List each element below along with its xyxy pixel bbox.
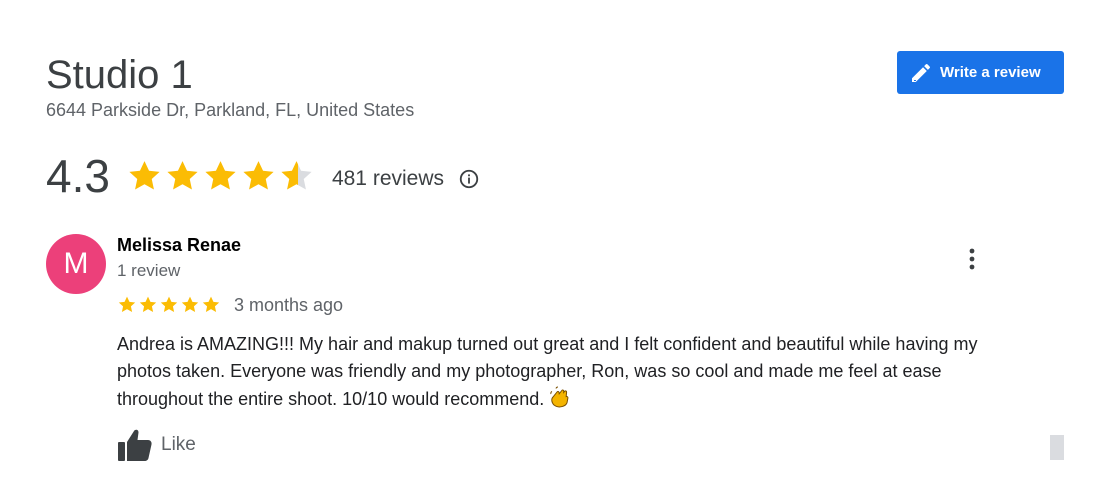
avatar[interactable]: M <box>46 234 106 294</box>
star-icon <box>181 296 199 312</box>
pencil-icon <box>912 63 931 82</box>
rating-stars <box>126 158 316 195</box>
review-body: Andrea is AMAZING!!! My hair and makup t… <box>117 334 978 409</box>
review-time: 3 months ago <box>234 294 344 315</box>
write-review-button[interactable]: Write a review <box>897 51 1064 94</box>
star-icon <box>139 296 157 312</box>
star-icon <box>205 160 236 189</box>
review-rating-row: 3 months ago <box>117 294 343 316</box>
star-icon <box>281 160 312 189</box>
star-icon <box>167 160 198 189</box>
star-icon <box>129 160 160 189</box>
review-text: Andrea is AMAZING!!! My hair and makup t… <box>117 331 1017 417</box>
thumbs-up-icon <box>118 429 152 461</box>
star-icon <box>243 160 274 189</box>
scrollbar-thumb[interactable] <box>1050 435 1064 460</box>
rating-summary: 4.3 481 reviews <box>46 146 480 206</box>
reviewer-review-count: 1 review <box>117 261 181 280</box>
star-icon <box>118 296 136 312</box>
review-stars <box>117 295 222 315</box>
clapping-hands-icon <box>548 385 572 417</box>
business-address: 6644 Parkside Dr, Parkland, FL, United S… <box>46 100 415 120</box>
like-button[interactable]: Like <box>117 428 196 462</box>
average-rating: 4.3 <box>46 150 110 202</box>
star-icon <box>202 296 220 312</box>
star-icon <box>160 296 178 312</box>
write-review-label: Write a review <box>940 64 1041 81</box>
reviewer-name[interactable]: Melissa Renae <box>117 235 241 256</box>
review-count-link[interactable]: 481 reviews <box>332 167 444 191</box>
business-name: Studio 1 <box>46 53 193 97</box>
more-vert-icon[interactable] <box>961 246 983 272</box>
like-label: Like <box>161 434 196 455</box>
info-icon[interactable] <box>458 168 480 190</box>
